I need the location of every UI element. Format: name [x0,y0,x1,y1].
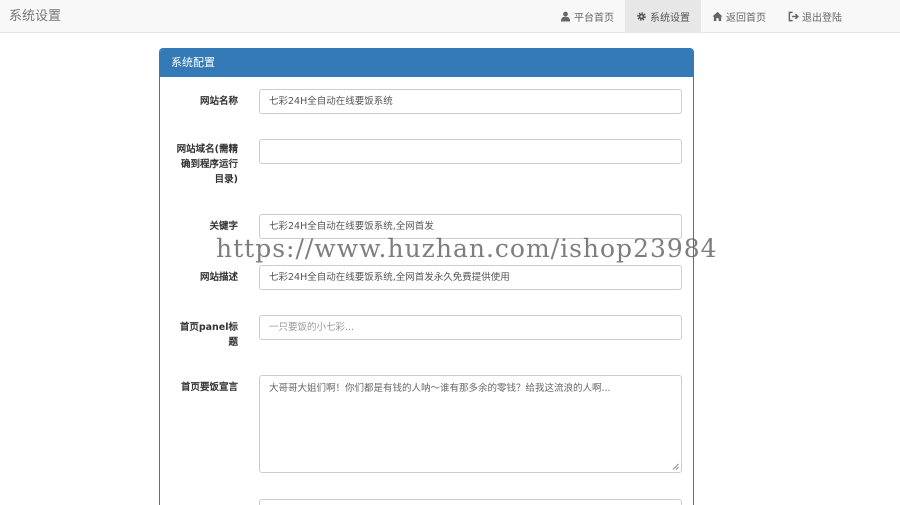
resize-grip-icon[interactable] [671,462,679,470]
panel-title-label-line: 题 [228,337,238,348]
nav-item-platform-home[interactable]: 平台首页 [549,0,625,33]
logout-icon [788,11,799,22]
settings-panel: 系统配置 网站名称 七彩24H全自动在线要饭系统 网站域名(需精 确到程序运行 … [159,48,694,505]
gear-icon [636,11,647,22]
nav-item-label: 退出登陆 [802,13,842,24]
nav-item-logout[interactable]: 退出登陆 [777,0,853,33]
navbar-brand[interactable]: 系统设置 [9,0,61,33]
slogan-text: 大哥哥大姐们啊！你们都是有钱的人呐～谁有那多余的零钱？给我这流浪的人啊... [269,383,611,394]
top-navbar: 系统设置 平台首页 系统设置 返回首页 退出登陆 [0,0,900,33]
nav-item-system-settings[interactable]: 系统设置 [625,0,701,33]
site-domain-label: 网站域名(需精 确到程序运行 目录) [160,142,238,187]
site-name-input[interactable]: 七彩24H全自动在线要饭系统 [259,89,682,114]
next-field-input[interactable] [259,499,682,505]
nav-item-back-home[interactable]: 返回首页 [701,0,777,33]
site-domain-label-line: 网站域名(需精 [176,144,238,155]
slogan-textarea[interactable]: 大哥哥大姐们啊！你们都是有钱的人呐～谁有那多余的零钱？给我这流浪的人啊... [259,375,682,473]
panel-title-input[interactable]: 一只要饭的小七彩... [259,315,682,340]
keywords-input[interactable]: 七彩24H全自动在线要饭系统,全网首发 [259,214,682,239]
keywords-label: 关键字 [209,221,238,232]
nav-item-label: 平台首页 [574,13,614,24]
site-name-label: 网站名称 [199,96,238,107]
site-domain-label-line: 确到程序运行 [180,159,238,170]
panel-title: 系统配置 [160,49,693,77]
panel-title-label: 首页panel标 题 [160,320,238,350]
description-input[interactable]: 七彩24H全自动在线要饭系统,全网首发永久免费提供使用 [259,265,682,290]
panel-title-label-line: 首页panel标 [179,322,238,333]
slogan-label: 首页要饭宣言 [180,382,238,393]
home-icon [712,11,723,22]
nav-item-label: 系统设置 [650,13,690,24]
navbar-menu: 平台首页 系统设置 返回首页 退出登陆 [549,0,853,33]
nav-item-label: 返回首页 [726,13,766,24]
description-label: 网站描述 [199,272,238,283]
user-icon [560,11,571,22]
site-domain-label-line: 目录) [214,174,238,185]
site-domain-input[interactable] [259,139,682,164]
